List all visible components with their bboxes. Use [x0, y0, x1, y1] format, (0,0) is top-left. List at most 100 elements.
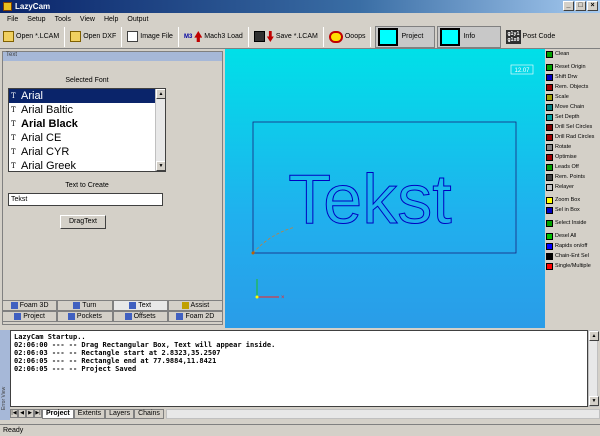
font-list-item[interactable]: T Arial Greek — [9, 159, 165, 171]
font-list-item[interactable]: T Arial — [9, 89, 165, 103]
axis-origin-icon — [255, 295, 259, 299]
font-list[interactable]: T Arial T Arial Baltic T Arial Black T Arial CE… — [8, 88, 166, 172]
ooops-button[interactable]: Ooops — [326, 27, 369, 47]
console-scrollbar[interactable]: ▲ ▼ — [588, 330, 599, 407]
tool-button-relayer[interactable]: Relayer — [545, 182, 600, 192]
color-swatch-icon — [546, 93, 553, 101]
scroll-up-icon[interactable]: ▲ — [156, 89, 165, 99]
tool-button-label: Rotate — [555, 144, 572, 150]
tab-foam-3d[interactable]: Foam 3D — [2, 300, 58, 311]
scroll-down-icon[interactable]: ▼ — [156, 161, 165, 171]
tool-button-clean[interactable]: Clean — [545, 49, 600, 59]
prev-tab-icon[interactable]: ◀ — [18, 409, 26, 418]
tab-pockets[interactable]: Pockets — [57, 311, 113, 322]
toolbar-separator — [64, 26, 66, 47]
project-toggle[interactable]: Project — [375, 25, 436, 48]
tool-button-sel-in-box[interactable]: Sel in Box — [545, 205, 600, 215]
tool-button-label: Leads Off — [555, 164, 579, 170]
tab-assist[interactable]: Assist — [167, 300, 223, 311]
post-code-button[interactable]: g1y1 g1x0 Post Code — [503, 27, 558, 47]
tab-layers[interactable]: Layers — [105, 408, 135, 419]
open-dxf-button[interactable]: Open DXF — [67, 27, 119, 47]
text-icon — [129, 302, 137, 309]
tab-project[interactable]: Project — [2, 311, 58, 322]
tool-button-drill-rad-circles[interactable]: Drill Rad Circles — [545, 132, 600, 142]
zoom-label: 12.07 — [514, 68, 530, 74]
info-toggle[interactable]: Info — [437, 25, 502, 48]
drawn-text-outline[interactable]: Tekst — [288, 160, 452, 239]
last-tab-icon[interactable]: ▶| — [34, 409, 42, 418]
scroll-up-icon[interactable]: ▲ — [589, 331, 599, 341]
tool-button-rapids-on-off[interactable]: Rapids on/off — [545, 241, 600, 251]
drag-text-button[interactable]: DragText — [60, 215, 106, 229]
tool-button-rem-objects[interactable]: Rem. Objects — [545, 82, 600, 92]
open-lcam-button[interactable]: Open *.LCAM — [0, 27, 62, 47]
tool-button-scale[interactable]: Scale — [545, 92, 600, 102]
font-list-scrollbar[interactable]: ▲ ▼ — [155, 89, 165, 171]
ooops-label: Ooops — [344, 33, 366, 40]
tool-button-chain-ent-sel[interactable]: Chain-Ent Sel — [545, 251, 600, 261]
tool-button-desel-all[interactable]: Desel All — [545, 231, 600, 241]
menu-output[interactable]: Output — [126, 16, 149, 23]
first-tab-icon[interactable]: |◀ — [10, 409, 18, 418]
color-swatch-icon — [546, 73, 553, 81]
tab-chains[interactable]: Chains — [134, 408, 164, 419]
tab-label: Turn — [82, 302, 97, 309]
tab-turn[interactable]: Turn — [57, 300, 113, 311]
scroll-down-icon[interactable]: ▼ — [589, 396, 599, 406]
tab-extents[interactable]: Extents — [73, 408, 106, 419]
color-swatch-icon — [546, 173, 553, 181]
bottom-scrollbar[interactable] — [165, 408, 600, 419]
turn-icon — [73, 302, 81, 309]
menu-setup[interactable]: Setup — [26, 16, 46, 23]
color-swatch-icon — [546, 183, 553, 191]
pockets-icon — [67, 313, 75, 320]
tab-foam-2d[interactable]: Foam 2D — [167, 311, 223, 322]
minimize-button[interactable]: _ — [563, 1, 574, 11]
font-list-item[interactable]: T Arial Baltic — [9, 103, 165, 117]
truetype-icon: T — [11, 134, 16, 142]
tool-button-set-depth[interactable]: Set Depth — [545, 112, 600, 122]
text-to-create-input[interactable]: Tekst — [8, 193, 163, 206]
color-swatch-icon — [546, 206, 553, 214]
tab-project-view[interactable]: Project — [42, 408, 74, 419]
color-swatch-icon — [546, 143, 553, 151]
tool-button-shift-drw[interactable]: Shift Drw — [545, 72, 600, 82]
tool-button-label: Desel All — [555, 233, 577, 239]
maximize-button[interactable]: □ — [575, 1, 586, 11]
window-controls: _ □ × — [563, 1, 598, 11]
selected-font-label: Selected Font — [65, 77, 109, 84]
tool-button-select-inside[interactable]: Select Inside — [545, 218, 600, 228]
tool-button-rem-points[interactable]: Rem. Points — [545, 172, 600, 182]
tool-button-drill-sel-circles[interactable]: Drill Sel Circles — [545, 122, 600, 132]
tool-button-move-chain[interactable]: Move Chain — [545, 102, 600, 112]
origin-start-point — [251, 251, 255, 255]
panel-caption: Text — [3, 52, 222, 61]
mach3-load-button[interactable]: M3 Mach3 Load — [181, 27, 246, 47]
tool-button-label: Shift Drw — [555, 74, 578, 80]
save-lcam-button[interactable]: Save *.LCAM — [251, 27, 321, 47]
image-icon — [127, 31, 139, 42]
tool-button-zoom-box[interactable]: Zoom Box — [545, 195, 600, 205]
tool-button-optimise[interactable]: Optimise — [545, 152, 600, 162]
image-file-button[interactable]: Image File — [124, 27, 176, 47]
tab-text[interactable]: Text — [112, 300, 168, 311]
font-list-item[interactable]: T Arial Black — [9, 117, 165, 131]
tool-button-rotate[interactable]: Rotate — [545, 142, 600, 152]
font-name: Arial Baltic — [21, 104, 73, 116]
tab-offsets[interactable]: Offsets — [112, 311, 168, 322]
truetype-icon: T — [11, 106, 16, 114]
tool-button-leads-off[interactable]: Leads Off — [545, 162, 600, 172]
menu-tools[interactable]: Tools — [54, 16, 72, 23]
font-list-item[interactable]: T Arial CE — [9, 131, 165, 145]
menu-help[interactable]: Help — [103, 16, 119, 23]
tool-button-single-multiple[interactable]: Single/Multiple — [545, 261, 600, 271]
next-tab-icon[interactable]: ▶ — [26, 409, 34, 418]
drawing-viewport[interactable]: 12.07 Tekst × — [225, 49, 545, 328]
menu-file[interactable]: File — [6, 16, 19, 23]
menu-view[interactable]: View — [79, 16, 96, 23]
font-list-item[interactable]: T Arial CYR — [9, 145, 165, 159]
tool-button-reset-origin[interactable]: Reset Origin — [545, 62, 600, 72]
font-name: Arial — [21, 90, 44, 102]
close-button[interactable]: × — [587, 1, 598, 11]
